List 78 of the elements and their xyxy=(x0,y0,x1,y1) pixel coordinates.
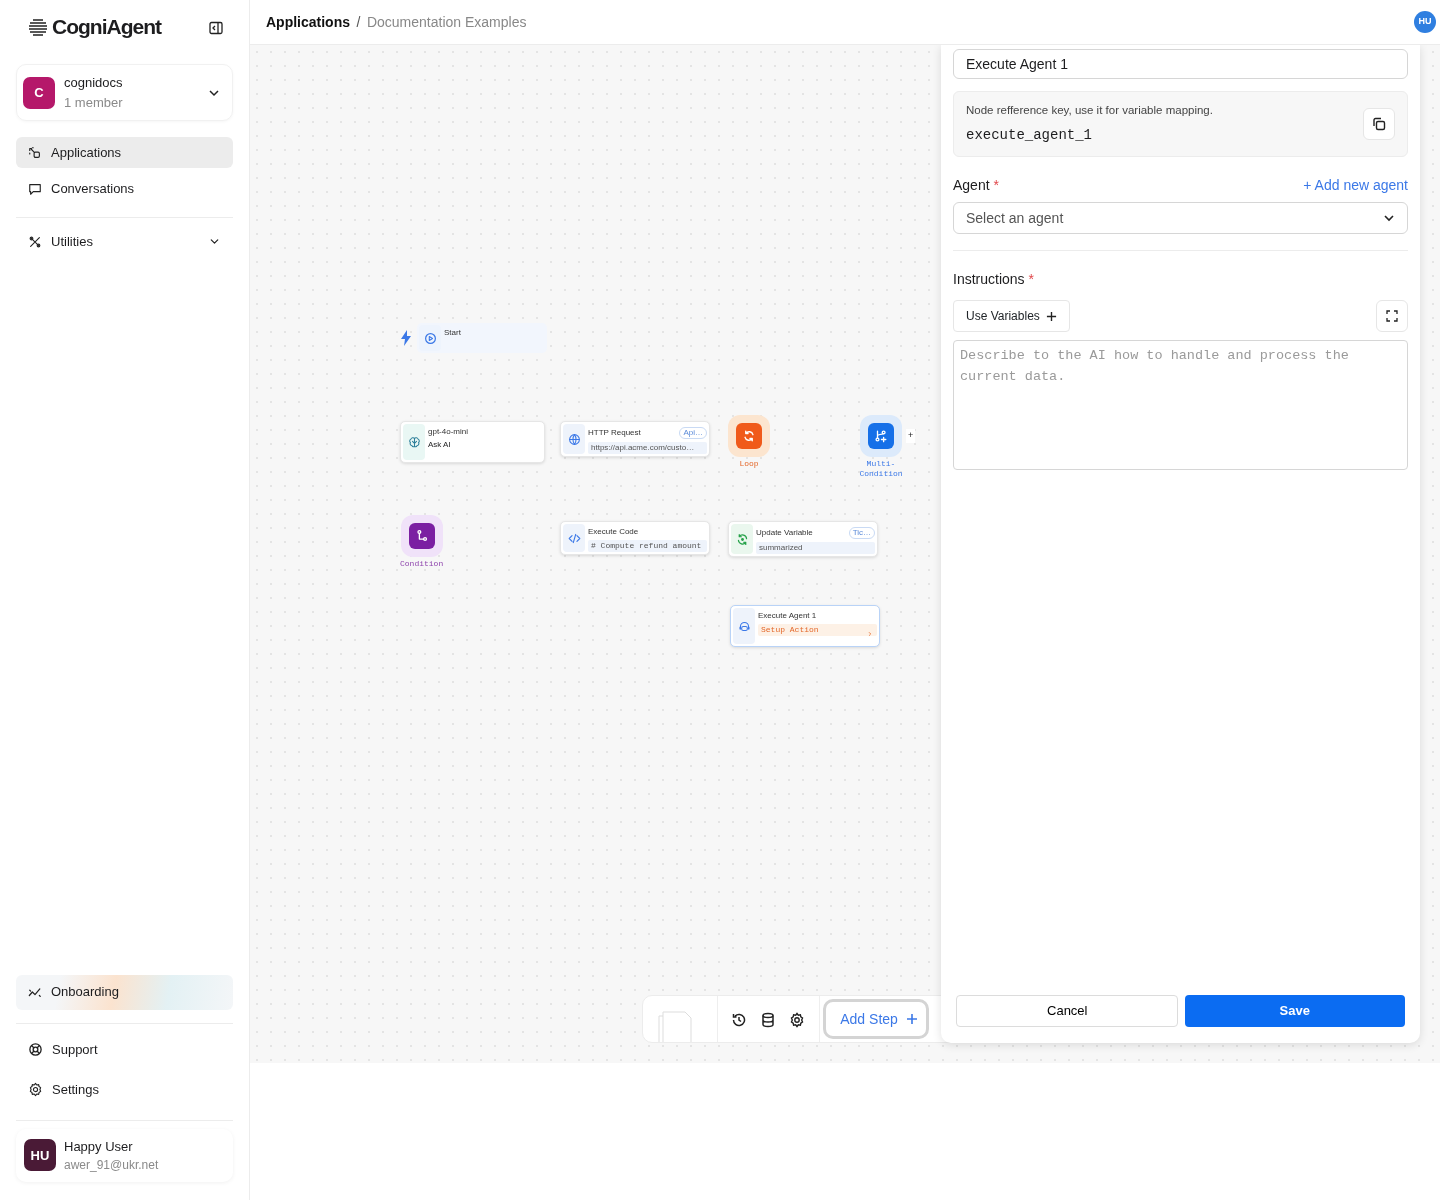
add-agent-link[interactable]: + Add new agent xyxy=(1303,175,1408,197)
utilities-menu[interactable]: Utilities xyxy=(16,226,233,257)
support-icon xyxy=(28,1042,43,1057)
branch-icon xyxy=(874,429,888,443)
plus-icon xyxy=(1046,310,1058,322)
field-label: Instructions * xyxy=(953,270,1035,290)
workflow-node[interactable]: HTTP Request Api… https://api.acme.com/custo… xyxy=(560,421,710,457)
use-variables-button[interactable]: Use Variables xyxy=(953,300,1071,333)
node-label: Multi-Condition xyxy=(858,459,904,479)
save-button[interactable]: Save xyxy=(1184,995,1405,1027)
node-detail: https://api.acme.com/custo… xyxy=(588,442,707,454)
workspace-switcher[interactable]: C cognidocs 1 member xyxy=(16,64,233,121)
play-circle-icon xyxy=(423,331,437,345)
node-title: HTTP Request xyxy=(588,428,641,438)
tools-icon xyxy=(28,234,42,249)
member-count: 1 member xyxy=(64,93,124,112)
refresh-icon xyxy=(735,532,749,546)
reference-key: execute_agent_1 xyxy=(966,125,1213,147)
workflow-node[interactable]: Update Variable Tic… summarized xyxy=(728,521,878,557)
node-title: Execute Agent 1 xyxy=(758,611,817,621)
workspace-name: cognidocs xyxy=(64,74,124,92)
nav-item[interactable]: Applications xyxy=(16,137,233,168)
add-branch-button[interactable]: + xyxy=(906,429,916,443)
workflow-node[interactable]: Start xyxy=(417,323,547,353)
copy-icon xyxy=(1372,117,1386,132)
node-name-field[interactable]: Execute Agent 1 xyxy=(953,49,1408,79)
brain-icon xyxy=(407,435,421,449)
node-title: Start xyxy=(444,328,461,338)
loop-node[interactable] xyxy=(728,415,770,457)
node-subtitle: Ask AI xyxy=(428,440,452,450)
agent-select[interactable]: Select an agent xyxy=(953,202,1408,235)
workflow-node[interactable]: Execute Agent 1 Setup Action xyxy=(730,605,880,647)
trend-icon xyxy=(28,985,42,999)
workflow-node[interactable]: gpt-4o-mini Ask AI xyxy=(400,421,545,463)
breadcrumb-current: Documentation Examples xyxy=(366,12,527,32)
copy-button[interactable] xyxy=(1363,108,1395,141)
chat-icon xyxy=(28,181,42,196)
onboarding-button[interactable]: Onboarding xyxy=(16,974,233,1010)
node-label: Condition xyxy=(400,559,444,569)
bolt-icon xyxy=(400,330,412,346)
node-title: Update Variable xyxy=(756,528,813,538)
workspace-avatar: C xyxy=(23,76,55,109)
workflow-node[interactable]: Execute Code # Compute refund amount xyxy=(560,521,710,555)
brand-name: CogniAgent xyxy=(52,14,161,41)
node-detail: summarized xyxy=(756,542,875,554)
code-icon xyxy=(567,531,581,545)
add-step-button[interactable]: Add Step xyxy=(823,999,929,1039)
user-name: Happy User xyxy=(64,1137,134,1156)
globe-icon xyxy=(567,432,581,446)
node-detail: # Compute refund amount xyxy=(588,540,707,552)
expand-icon[interactable] xyxy=(1376,300,1408,333)
reference-hint: Node refference key, use it for variable mapping. xyxy=(966,103,1213,118)
breadcrumb-link[interactable]: Applications xyxy=(266,11,350,33)
node-detail: Setup Action xyxy=(758,624,877,636)
condition-node[interactable] xyxy=(400,515,443,557)
field-label: Agent * xyxy=(953,176,999,196)
branch-icon xyxy=(414,529,429,543)
user-avatar[interactable]: HU xyxy=(1414,11,1436,33)
logo-icon xyxy=(28,17,48,37)
settings-icon xyxy=(28,1082,43,1097)
instructions-field[interactable]: Describe to the AI how to handle and process the current data. xyxy=(953,340,1408,471)
nav-item[interactable]: Conversations xyxy=(16,173,233,204)
cancel-button[interactable]: Cancel xyxy=(956,995,1179,1027)
multi-condition-node[interactable] xyxy=(860,415,902,457)
applications-icon xyxy=(28,145,42,160)
user-avatar: HU xyxy=(24,1139,56,1172)
refresh-icon xyxy=(742,429,756,443)
chevron-right-icon xyxy=(867,631,873,637)
breadcrumb-separator: / xyxy=(356,12,361,32)
node-title: gpt-4o-mini xyxy=(428,427,468,437)
nav-item[interactable]: Support xyxy=(16,1031,233,1068)
nav-item[interactable]: Settings xyxy=(16,1071,233,1108)
plus-icon xyxy=(905,1013,918,1025)
user-card[interactable]: HU Happy User awer_91@ukr.net xyxy=(16,1128,233,1182)
agent-icon xyxy=(737,619,751,633)
user-email: awer_91@ukr.net xyxy=(64,1157,159,1174)
node-label: Loop xyxy=(739,459,759,469)
node-title: Execute Code xyxy=(588,527,639,537)
